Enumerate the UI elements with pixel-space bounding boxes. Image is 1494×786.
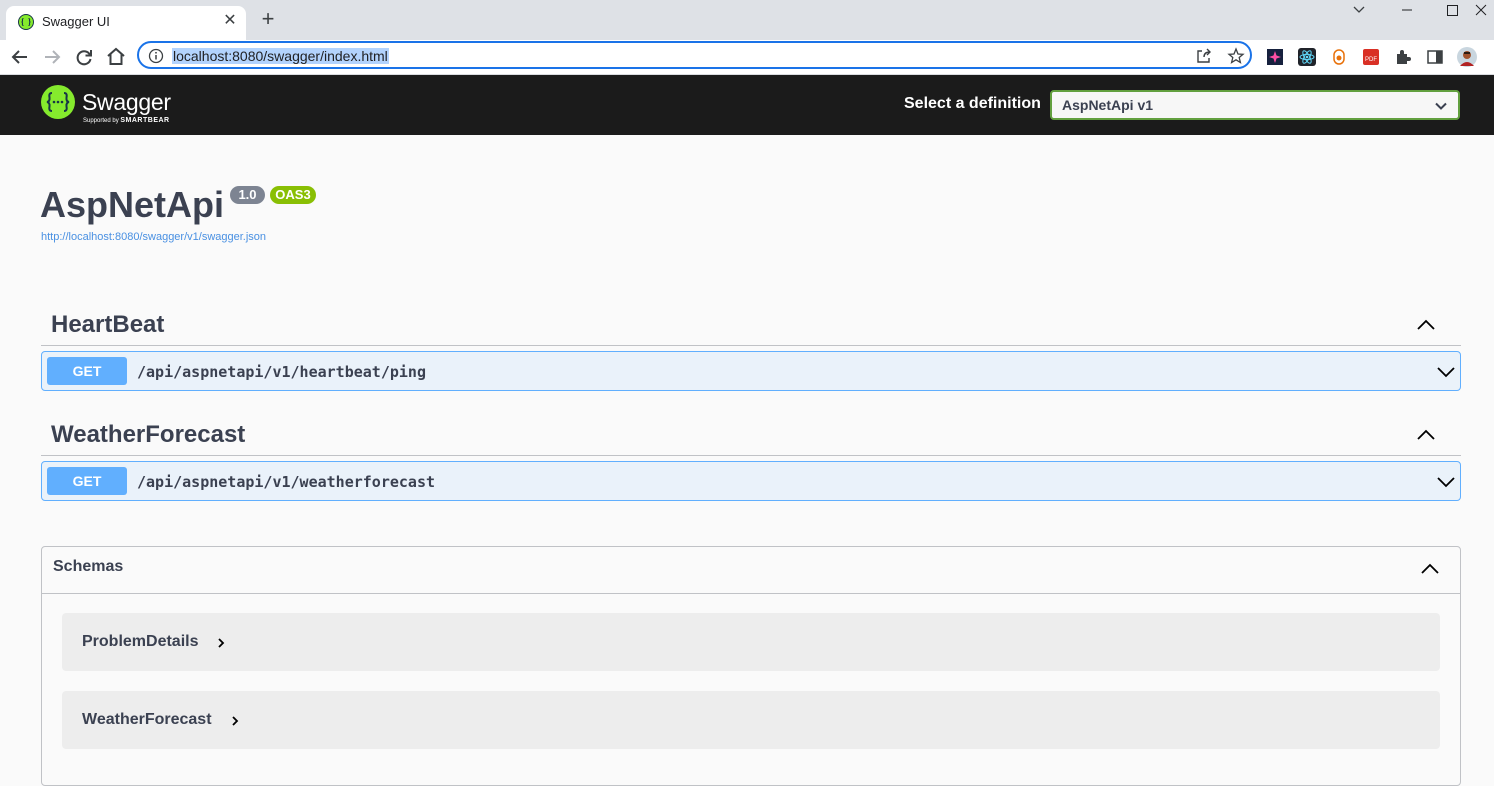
svg-text:PDF: PDF [1365,57,1377,63]
extension-orange-icon[interactable] [1330,48,1348,66]
tag-name: WeatherForecast [51,421,246,448]
address-bar-url[interactable]: localhost:8080/swagger/index.html [172,48,389,64]
tab-search-chevron-icon[interactable] [1336,0,1382,28]
minimize-icon[interactable] [1384,0,1430,28]
chevron-right-icon[interactable] [215,637,227,649]
logo-sub-prefix: Supported by [83,118,119,124]
swagger-logo-text: Swagger [82,89,171,115]
logo-sub-brand: SMARTBEAR [120,117,170,124]
schemas-title: Schemas [53,558,124,575]
react-devtools-icon[interactable] [1298,48,1316,66]
tag-header-heartbeat[interactable]: HeartBeat [41,301,1461,346]
schemas-header[interactable]: Schemas [42,547,1460,594]
model-name: WeatherForecast [82,711,212,728]
http-method-badge: GET [47,357,127,385]
browser-tab[interactable]: Swagger UI ✕ [6,6,246,40]
tag-name: HeartBeat [51,311,165,338]
version-badge: 1.0 [230,186,265,204]
operation-path: /api/aspnetapi/v1/weatherforecast [137,473,436,491]
home-icon[interactable] [104,45,128,69]
spec-url-link[interactable]: http://localhost:8080/swagger/v1/swagger… [41,231,266,243]
reload-icon[interactable] [72,45,96,69]
operation-path: /api/aspnetapi/v1/heartbeat/ping [137,363,426,381]
extension-dark-icon[interactable] [1266,48,1284,66]
definition-select[interactable]: AspNetApi v1 [1050,90,1460,120]
tab-title: Swagger UI [42,14,110,29]
site-info-icon[interactable] [148,48,164,64]
schemas-section: Schemas ProblemDetails WeatherForecast [41,546,1461,786]
browser-toolbar: localhost:8080/swagger/index.html PDF [0,40,1494,74]
chevron-down-icon[interactable] [1436,472,1456,492]
chevron-up-icon[interactable] [1420,559,1440,579]
oas-badge: OAS3 [270,186,316,204]
swagger-logo-icon[interactable] [40,84,76,120]
browser-tabstrip: Swagger UI ✕ + [0,0,1494,40]
chevron-down-icon[interactable] [1436,362,1456,382]
http-method-badge: GET [47,467,127,495]
profile-avatar-icon[interactable] [1457,47,1477,67]
swagger-topbar: Swagger Supported by SMARTBEAR Select a … [0,75,1494,135]
opblock-get-heartbeat-ping[interactable]: GET /api/aspnetapi/v1/heartbeat/ping [41,351,1461,391]
pdf-extension-icon[interactable]: PDF [1362,48,1380,66]
extensions-puzzle-icon[interactable] [1394,48,1412,66]
chevron-up-icon[interactable] [1416,315,1436,335]
model-weatherforecast[interactable]: WeatherForecast [62,691,1440,749]
new-tab-icon[interactable]: + [256,8,280,32]
forward-icon[interactable] [40,45,64,69]
opblock-get-weatherforecast[interactable]: GET /api/aspnetapi/v1/weatherforecast [41,461,1461,501]
tag-header-weatherforecast[interactable]: WeatherForecast [41,411,1461,456]
chevron-up-icon[interactable] [1416,425,1436,445]
model-name: ProblemDetails [82,633,199,650]
address-bar[interactable]: localhost:8080/swagger/index.html [137,41,1252,69]
model-problemdetails[interactable]: ProblemDetails [62,613,1440,671]
side-panel-icon[interactable] [1426,48,1444,66]
window-close-icon[interactable] [1448,0,1494,28]
bookmark-star-icon[interactable] [1227,47,1245,65]
api-title: AspNetApi [40,184,225,225]
swagger-logo-subtitle: Supported by SMARTBEAR [83,117,170,124]
definition-select-value: AspNetApi v1 [1062,97,1154,113]
chevron-down-icon [1435,102,1447,110]
back-icon[interactable] [8,45,32,69]
definition-label: Select a definition [904,95,1041,112]
swagger-favicon-icon [18,14,34,30]
chevron-right-icon[interactable] [229,715,241,727]
close-tab-icon[interactable]: ✕ [220,11,240,31]
share-icon[interactable] [1195,47,1213,65]
